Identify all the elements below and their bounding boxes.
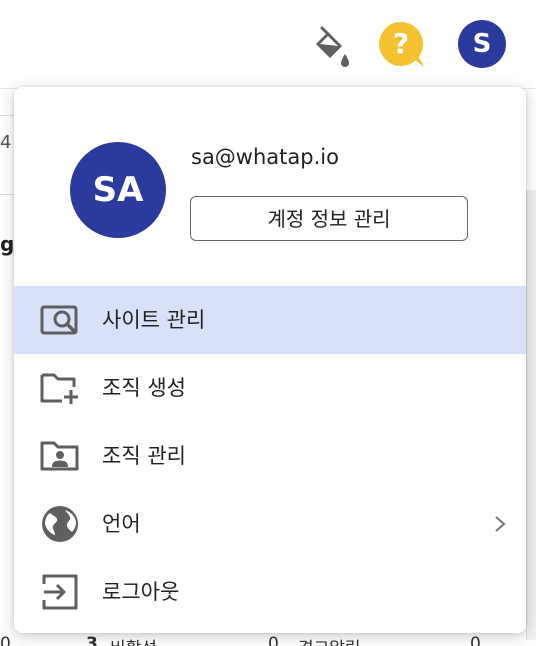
background-heading-fragment: g [0,232,15,256]
site-search-icon [40,302,80,338]
menu-item-create-organization[interactable]: 조직 생성 [14,354,526,422]
menu-item-label: 조직 생성 [102,376,186,400]
menu-item-logout[interactable]: 로그아웃 [14,558,526,626]
chevron-right-icon [493,515,507,533]
folder-user-icon [40,438,80,474]
account-settings-button[interactable]: 계정 정보 관리 [190,196,468,241]
user-email: sa@whatap.io [191,145,339,169]
paint-bucket-icon[interactable] [308,24,352,68]
background-status-label: 비활성 [110,634,157,646]
globe-icon [40,506,80,542]
menu-item-manage-organization[interactable]: 조직 관리 [14,422,526,490]
user-menu-panel: SA sa@whatap.io 계정 정보 관리 사이트 관리 조직 생성 조직… [14,87,526,633]
menu-item-site-management[interactable]: 사이트 관리 [14,286,526,354]
background-filter-field [0,115,14,195]
background-status-value: 0 [268,634,279,646]
help-button[interactable]: ? [378,21,426,69]
user-menu-list: 사이트 관리 조직 생성 조직 관리 언어 로그아웃 [14,286,526,626]
folder-add-icon [40,370,80,406]
background-scrollbar[interactable] [526,190,536,640]
menu-item-label: 조직 관리 [102,444,186,468]
menu-item-label: 언어 [102,512,141,536]
logout-icon [40,574,80,610]
background-fragment: 4 [0,132,12,153]
user-avatar-button[interactable]: S [458,20,506,68]
avatar: SA [70,142,166,238]
background-status-value: 3 [86,634,98,646]
background-status-value: 0 [0,634,11,646]
help-icon: ? [392,27,410,60]
top-bar: ? S [0,0,536,89]
background-status-label: 경고알림 [298,634,361,646]
background-status-value: 0 [470,634,481,646]
background-status-row: 0 3 비활성 0 경고알림 0 [0,632,536,646]
menu-item-label: 로그아웃 [102,580,180,604]
menu-item-label: 사이트 관리 [102,308,206,332]
menu-item-language[interactable]: 언어 [14,490,526,558]
